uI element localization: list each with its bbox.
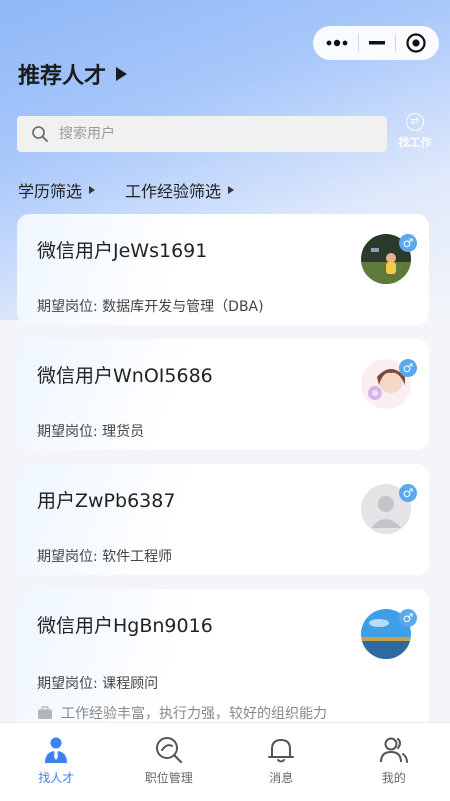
tab-position-management[interactable]: 职位管理 (113, 723, 226, 801)
male-gender-icon: ♂ (399, 484, 417, 502)
search-input[interactable] (57, 125, 361, 143)
candidate-card[interactable]: 微信用户WnOI5686 期望岗位: 理货员 ♂ (17, 339, 429, 450)
minimize-icon[interactable] (368, 40, 386, 46)
education-filter[interactable]: 学历筛选 (18, 178, 95, 202)
switch-icon: ⇄ (406, 113, 424, 131)
candidate-name: 微信用户WnOI5686 (37, 361, 213, 388)
tab-label: 找人才 (38, 769, 74, 786)
tab-label: 我的 (382, 769, 406, 786)
more-icon[interactable] (325, 38, 349, 48)
candidate-advantage: 工作经验丰富，执行力强，较好的组织能力 (37, 703, 327, 723)
male-gender-icon: ♂ (399, 359, 417, 377)
candidate-position: 期望岗位: 数据库开发与管理（DBA) (37, 296, 264, 316)
male-gender-icon: ♂ (399, 609, 417, 627)
tab-label: 职位管理 (145, 769, 193, 786)
close-mini-program-icon[interactable] (405, 32, 427, 54)
candidate-position: 期望岗位: 课程顾问 (37, 673, 158, 693)
candidate-name: 微信用户HgBn9016 (37, 611, 213, 638)
bell-icon (266, 735, 296, 765)
candidate-advantage-text: 工作经验丰富，执行力强，较好的组织能力 (61, 703, 327, 723)
candidate-name: 微信用户JeWs1691 (37, 236, 207, 263)
tab-messages[interactable]: 消息 (225, 723, 338, 801)
tab-find-talent[interactable]: 找人才 (0, 723, 113, 801)
find-job-button[interactable]: ⇄ 找工作 (396, 113, 434, 150)
caret-right-icon (89, 186, 95, 194)
caret-right-icon (228, 186, 234, 194)
position-search-icon (154, 735, 184, 765)
experience-filter[interactable]: 工作经验筛选 (125, 178, 234, 202)
candidate-name: 用户ZwPb6387 (37, 486, 175, 513)
male-gender-icon: ♂ (399, 234, 417, 252)
briefcase-icon (37, 706, 53, 720)
search-box[interactable] (17, 116, 387, 152)
search-icon (31, 125, 49, 143)
capsule-divider (395, 34, 396, 52)
person-tie-icon (41, 735, 71, 765)
filter-bar: 学历筛选 工作经验筛选 (18, 178, 234, 202)
candidate-card[interactable]: 微信用户HgBn9016 期望岗位: 课程顾问 工作经验丰富，执行力强，较好的组… (17, 589, 429, 739)
capsule-divider (358, 34, 359, 52)
page-title-text: 推荐人才 (18, 58, 106, 90)
tab-mine[interactable]: 我的 (338, 723, 450, 801)
candidate-card[interactable]: 用户ZwPb6387 期望岗位: 软件工程师 ♂ (17, 464, 429, 575)
title-arrow-icon (116, 67, 127, 81)
education-filter-label: 学历筛选 (18, 178, 82, 202)
bottom-tab-bar: 找人才 职位管理 消息 我的 (0, 722, 450, 801)
candidate-position: 期望岗位: 软件工程师 (37, 546, 172, 566)
mini-program-capsule (313, 26, 439, 60)
find-job-label: 找工作 (399, 134, 432, 150)
candidate-card[interactable]: 微信用户JeWs1691 期望岗位: 数据库开发与管理（DBA) ♂ (17, 214, 429, 325)
experience-filter-label: 工作经验筛选 (125, 178, 221, 202)
candidate-position: 期望岗位: 理货员 (37, 421, 144, 441)
page-title[interactable]: 推荐人才 (18, 58, 127, 90)
profile-icon (379, 735, 409, 765)
tab-label: 消息 (269, 769, 293, 786)
